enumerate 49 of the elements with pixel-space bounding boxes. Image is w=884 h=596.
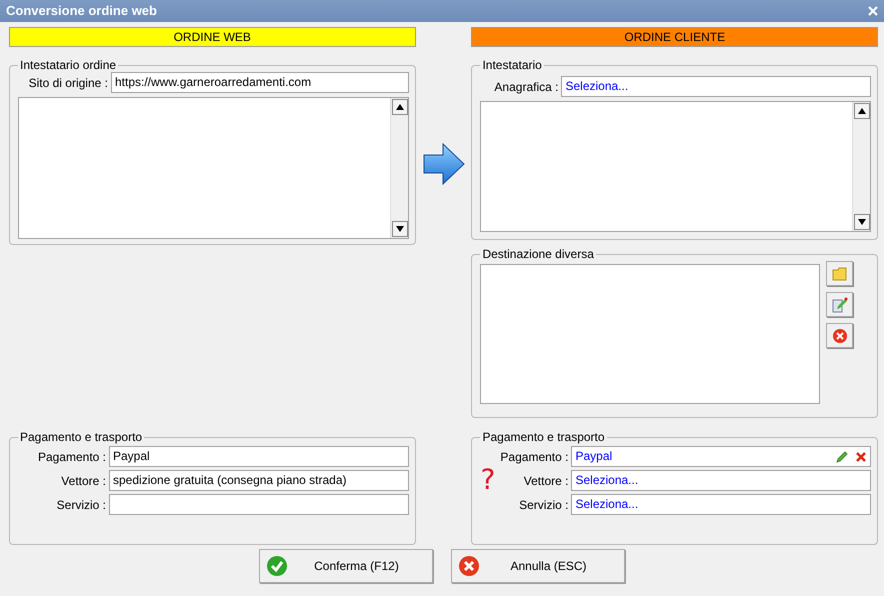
check-icon	[266, 555, 288, 577]
input-field[interactable]: https://www.garneroarredamenti.com	[111, 72, 409, 93]
group-title: Destinazione diversa	[481, 247, 595, 261]
delete-button[interactable]	[826, 323, 854, 348]
field-label: Anagrafica :	[493, 78, 558, 96]
input-field[interactable]: Paypal	[109, 446, 409, 467]
field-label: Vettore :	[60, 472, 106, 490]
list-field[interactable]	[480, 264, 820, 404]
field-label: Servizio :	[518, 496, 568, 514]
input-field[interactable]	[109, 494, 409, 515]
folder-button[interactable]	[826, 261, 854, 286]
group-title: Intestatario	[481, 58, 543, 72]
question-mark: ?	[480, 466, 496, 494]
field-label: Pagamento :	[36, 448, 106, 466]
order-header: ORDINE CLIENTE	[471, 27, 878, 47]
confirm-button[interactable]: Conferma (F12)	[258, 549, 432, 583]
edit-icon	[832, 296, 848, 312]
memo-field[interactable]	[480, 101, 871, 232]
order-header: ORDINE WEB	[9, 27, 416, 47]
field-label: Pagamento :	[499, 448, 568, 466]
group-title: Pagamento e trasporto	[19, 430, 144, 444]
edit-button[interactable]	[826, 292, 854, 317]
group-title: Pagamento e trasporto	[481, 430, 606, 444]
picker-field[interactable]: Paypal	[571, 446, 871, 467]
scroll-down-button[interactable]	[392, 221, 408, 237]
picker-field[interactable]: Seleziona...	[571, 494, 871, 515]
window-title: Conversione ordine web	[6, 2, 157, 20]
scroll-up-button[interactable]	[392, 99, 408, 115]
field-value: Paypal	[575, 448, 612, 465]
scrollbar[interactable]	[852, 102, 870, 231]
field-label: Servizio :	[56, 496, 106, 514]
picker-field[interactable]: Seleziona...	[561, 76, 871, 97]
memo-field[interactable]	[18, 97, 409, 239]
field-label: Sito di origine :	[28, 74, 108, 92]
picker-field[interactable]: Seleziona...	[571, 470, 871, 491]
cancel-icon	[458, 555, 480, 577]
delete-icon[interactable]	[855, 450, 867, 462]
right-arrow-icon	[422, 143, 464, 185]
folder-icon	[832, 266, 848, 280]
scrollbar[interactable]	[390, 98, 408, 238]
input-field[interactable]: spedizione gratuita (consegna piano strada)	[109, 470, 409, 491]
close-icon[interactable]	[868, 6, 878, 16]
pencil-icon[interactable]	[835, 450, 849, 464]
scroll-up-button[interactable]	[854, 103, 870, 119]
scroll-down-button[interactable]	[854, 214, 870, 230]
group-title: Intestatario ordine	[19, 58, 118, 72]
delete-icon	[832, 328, 848, 344]
cancel-button[interactable]: Annulla (ESC)	[450, 549, 624, 583]
field-label: Vettore :	[522, 472, 568, 490]
